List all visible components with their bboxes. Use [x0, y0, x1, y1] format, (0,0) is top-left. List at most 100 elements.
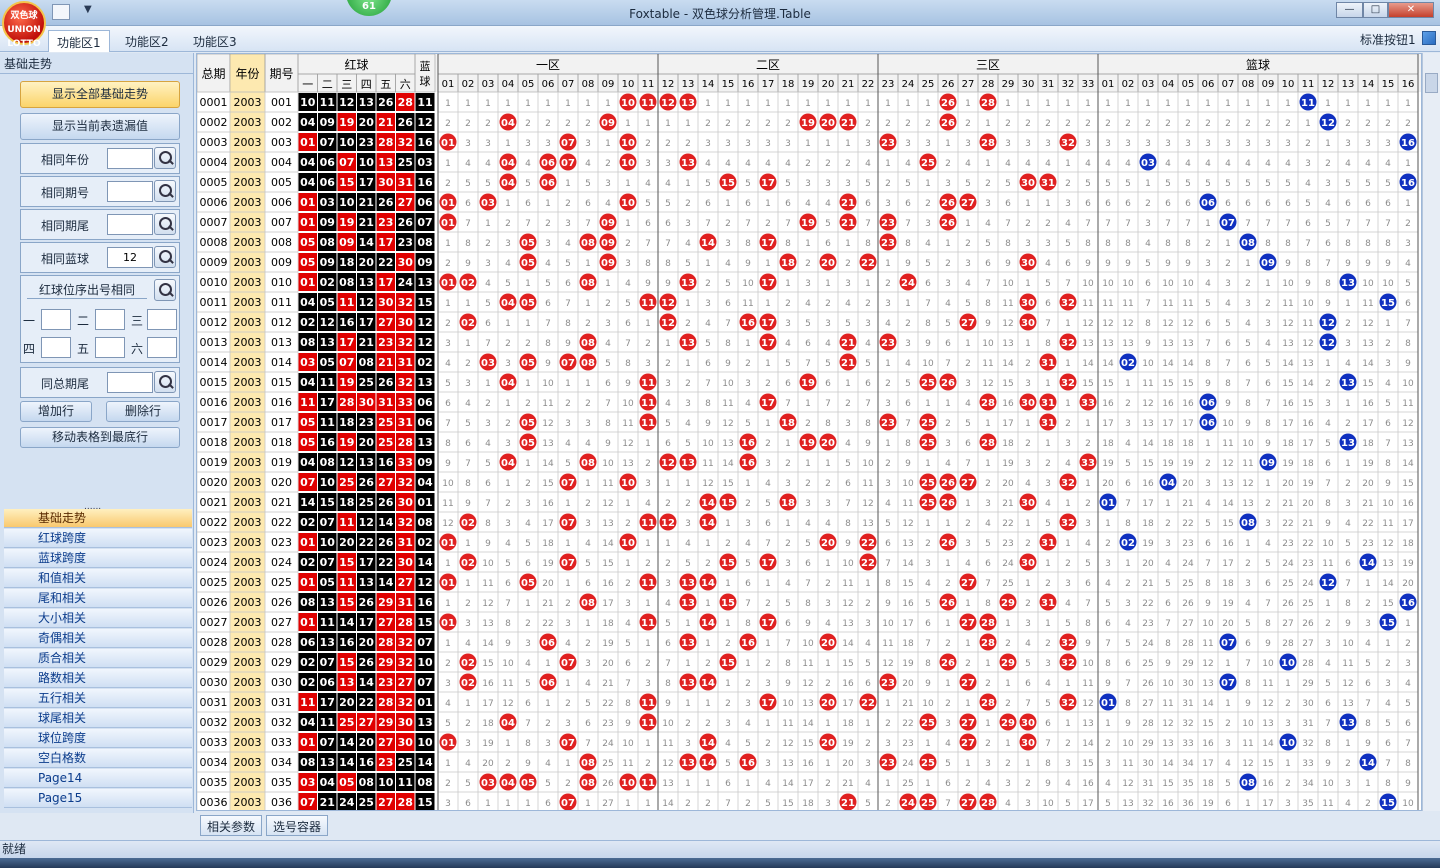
missing-value: 9 [905, 459, 911, 469]
nav-item-14[interactable]: Page14 [4, 769, 192, 788]
missing-value: 8 [1105, 659, 1111, 669]
data-grid[interactable]: 总期 年份 期号 红球一二三四五六蓝球一区 二区 三区 篮球 01 02 03 04 05 06 07 08… [196, 53, 1422, 811]
nav-item-3[interactable]: 蓝球跨度 [4, 549, 192, 568]
missing-value: 2 [685, 499, 691, 509]
nav-item-4[interactable]: 和值相关 [4, 569, 192, 588]
tab-related-params[interactable]: 相关参数 [200, 815, 263, 836]
table-cell-text: 021 [271, 496, 292, 509]
pos-5-input[interactable] [95, 337, 125, 358]
red-ball-mark-text: 28 [981, 398, 995, 409]
red-position-search-icon[interactable] [154, 279, 176, 301]
red-ball-text: 20 [359, 436, 375, 449]
same-tail-search-icon[interactable] [154, 213, 176, 235]
red-ball-text: 14 [300, 496, 316, 509]
missing-value: 7 [1265, 399, 1271, 409]
same-total-tail-input[interactable] [107, 372, 153, 393]
nav-item-9[interactable]: 路数相关 [4, 669, 192, 688]
quick-access-dropdown-icon[interactable]: ▼ [84, 4, 92, 15]
missing-value: 10 [782, 699, 794, 709]
missing-value: 6 [545, 299, 551, 309]
missing-value: 12 [1222, 459, 1233, 469]
pos-1-input[interactable] [41, 309, 71, 330]
missing-value: 15 [1202, 719, 1213, 729]
missing-value: 2 [525, 479, 531, 489]
nav-item-8[interactable]: 质合相关 [4, 649, 192, 668]
missing-value: 1 [1265, 479, 1271, 489]
tab-function-2[interactable]: 功能区2 [117, 30, 177, 52]
pos-6-input[interactable] [147, 337, 177, 358]
nav-item-2[interactable]: 红球跨度 [4, 529, 192, 548]
missing-value: 5 [1265, 179, 1271, 189]
nav-item-1[interactable]: 基础走势 [4, 509, 192, 528]
maximize-button[interactable]: □ [1363, 2, 1388, 18]
tab-selection-container[interactable]: 选号容器 [266, 815, 329, 836]
delete-row-button[interactable]: 删除行 [106, 401, 180, 422]
missing-value: 7 [1245, 659, 1251, 669]
missing-value: 3 [1165, 539, 1171, 549]
scroll-thumb[interactable] [1425, 73, 1438, 93]
standard-button-1[interactable]: 标准按钮1 [1360, 31, 1416, 48]
blue-ball-text: 16 [417, 136, 433, 149]
red-ball-text: 25 [398, 156, 413, 169]
missing-value: 11 [802, 659, 813, 669]
missing-value: 14 [1162, 759, 1174, 769]
nav-item-5[interactable]: 尾和相关 [4, 589, 192, 608]
nav-item-7[interactable]: 奇偶相关 [4, 629, 192, 648]
missing-value: 1 [925, 459, 931, 469]
same-tail-label: 相同期尾 [40, 219, 89, 233]
nav-item-6[interactable]: 大小相关 [4, 609, 192, 628]
blue-ball-mark-text: 06 [1201, 198, 1215, 209]
missing-value: 5 [865, 659, 871, 669]
missing-value: 1 [1085, 479, 1091, 489]
nav-item-12[interactable]: 球位跨度 [4, 729, 192, 748]
pos-2-input[interactable] [95, 309, 125, 330]
missing-value: 6 [665, 219, 671, 229]
red-ball-mark-text: 32 [1061, 518, 1075, 529]
close-button[interactable]: ✕ [1388, 2, 1434, 18]
same-year-input[interactable] [107, 148, 153, 169]
tab-function-3[interactable]: 功能区3 [185, 30, 245, 52]
missing-value: 21 [902, 699, 913, 709]
missing-value: 5 [1165, 179, 1171, 189]
nav-item-15[interactable]: Page15 [4, 789, 192, 808]
tab-function-1[interactable]: 功能区1 [48, 30, 110, 52]
red-number-header: 31 [1042, 79, 1055, 90]
show-missing-values-button[interactable]: 显示当前表遗漏值 [20, 113, 180, 140]
same-period-search-icon[interactable] [154, 180, 176, 202]
missing-value: 9 [1325, 759, 1331, 769]
move-to-bottom-button[interactable]: 移动表格到最底行 [20, 427, 180, 448]
same-blue-search-icon[interactable] [154, 246, 176, 268]
red-ball-mark-text: 18 [781, 498, 795, 509]
pos-3-input[interactable] [147, 309, 177, 330]
missing-value: 20 [1222, 619, 1234, 629]
same-period-input[interactable] [107, 181, 153, 202]
missing-value: 3 [965, 379, 971, 389]
add-row-button[interactable]: 增加行 [20, 401, 92, 422]
same-total-tail-search-icon[interactable] [154, 371, 176, 393]
missing-value: 4 [1045, 679, 1051, 689]
app-logo[interactable]: 双色球 UNION LOTTO [2, 1, 46, 49]
nav-item-13[interactable]: 空白格数 [4, 749, 192, 768]
minimize-button[interactable]: — [1336, 2, 1363, 18]
red-ball-text: 13 [320, 636, 335, 649]
missing-value: 5 [745, 179, 751, 189]
missing-value: 8 [1225, 379, 1231, 389]
red-number-header: 26 [942, 79, 955, 90]
same-blue-input[interactable]: 12 [107, 247, 153, 268]
same-year-search-icon[interactable] [154, 147, 176, 169]
pos-4-input[interactable] [41, 337, 71, 358]
missing-value: 8 [1345, 599, 1351, 609]
show-all-basic-trend-button[interactable]: 显示全部基础走势 [20, 81, 180, 108]
missing-value: 8 [1305, 259, 1311, 269]
standard-button-icon[interactable] [1422, 31, 1436, 45]
missing-value: 11 [1142, 379, 1153, 389]
red-ball-mark-text: 02 [461, 678, 475, 689]
quick-access-icon[interactable] [52, 4, 70, 20]
nav-item-10[interactable]: 五行相关 [4, 689, 192, 708]
vertical-scrollbar[interactable] [1422, 53, 1440, 811]
nav-item-11[interactable]: 球尾相关 [4, 709, 192, 728]
missing-value: 4 [1345, 799, 1351, 809]
same-tail-input[interactable] [107, 214, 153, 235]
missing-value: 2 [745, 799, 751, 809]
red-ball-mark-text: 11 [641, 378, 655, 389]
